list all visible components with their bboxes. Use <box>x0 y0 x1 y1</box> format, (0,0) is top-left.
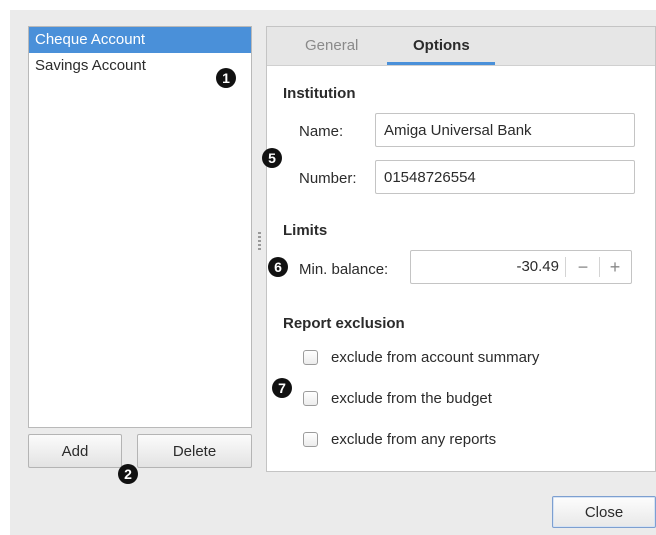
number-label: Number: <box>299 170 357 187</box>
splitter-handle[interactable] <box>258 232 261 252</box>
close-button[interactable]: Close <box>552 496 656 528</box>
callout-badge: 5 <box>262 148 282 168</box>
active-tab-indicator <box>387 62 495 65</box>
name-label: Name: <box>299 123 344 140</box>
increment-button[interactable]: + <box>598 251 632 283</box>
tab-options[interactable]: Options <box>413 27 470 65</box>
decrement-button[interactable]: − <box>566 251 600 283</box>
callout-badge: 1 <box>216 68 236 88</box>
min-balance-value[interactable]: -30.49 <box>411 251 559 283</box>
exclude-budget-label: exclude from the budget <box>331 389 492 407</box>
callout-badge: 6 <box>268 257 288 277</box>
delete-account-button[interactable]: Delete <box>137 434 252 468</box>
exclude-budget-checkbox[interactable] <box>303 390 318 406</box>
exclude-reports-label: exclude from any reports <box>331 430 497 448</box>
exclude-reports-checkbox[interactable] <box>303 431 318 447</box>
callout-badge: 2 <box>118 464 138 484</box>
number-field[interactable] <box>375 160 635 194</box>
callout-badge: 7 <box>272 378 292 398</box>
tab-general[interactable]: General <box>305 27 358 65</box>
institution-heading: Institution <box>283 85 356 102</box>
exclude-account-summary-option[interactable]: exclude from account summary <box>303 346 539 368</box>
exclude-account-summary-checkbox[interactable] <box>303 349 318 365</box>
min-balance-label: Min. balance: <box>299 261 389 278</box>
add-account-button[interactable]: Add <box>28 434 122 468</box>
account-item-cheque[interactable]: Cheque Account <box>29 27 251 53</box>
exclude-budget-option[interactable]: exclude from the budget <box>303 387 492 409</box>
exclude-account-summary-label: exclude from account summary <box>331 348 540 366</box>
limits-heading: Limits <box>283 222 328 239</box>
exclude-reports-option[interactable]: exclude from any reports <box>303 428 496 450</box>
options-panel: General Options Institution Name: Number… <box>266 26 656 472</box>
min-balance-stepper[interactable]: -30.49 − + <box>410 250 632 284</box>
name-field[interactable] <box>375 113 635 147</box>
tab-bar: General Options <box>267 27 655 66</box>
report-exclusion-heading: Report exclusion <box>283 315 405 332</box>
account-list[interactable]: Cheque Account Savings Account <box>28 26 252 428</box>
